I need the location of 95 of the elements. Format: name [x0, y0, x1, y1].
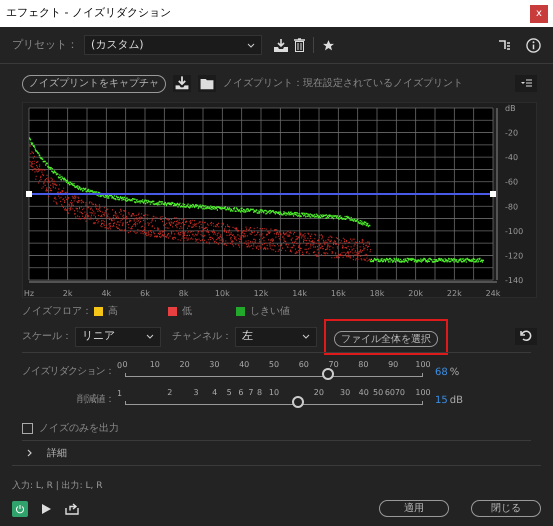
info-icon[interactable] [526, 38, 541, 52]
tick-label: 20 [180, 359, 190, 371]
trash-icon[interactable] [294, 38, 305, 52]
dialog-button[interactable]: 閉じる [471, 500, 541, 517]
tick-label: 40 [358, 387, 369, 399]
slider-label: ノイズリダクション： [22, 365, 114, 379]
axis-label: -40 [505, 153, 518, 162]
menu-icon[interactable] [515, 75, 537, 92]
axis-label: 6k [140, 289, 150, 298]
chevron-icon [302, 334, 310, 339]
slider-unit: % [450, 366, 460, 380]
tick-label: 90 [388, 359, 398, 371]
channel-label: チャンネル： [172, 330, 232, 344]
axis-label: 16k [330, 289, 346, 298]
download-icon[interactable] [173, 75, 191, 92]
axis-unit: dB [505, 104, 516, 113]
capture-noiseprint-button[interactable]: ノイズプリントをキャプチャ [22, 74, 166, 92]
axis-label: -100 [505, 226, 524, 236]
tick-label: 2 [167, 387, 172, 399]
tick-label: 70 [328, 359, 339, 371]
checkbox[interactable] [22, 422, 33, 434]
tick-label: 80 [358, 359, 368, 371]
noiseprint-label: ノイズプリント：現在設定されているノイズプリント [223, 76, 463, 91]
axis-label: 2k [62, 289, 73, 298]
tick-label: 0 [122, 359, 128, 371]
select-whole-file-button[interactable]: ファイル全体を選択 [334, 330, 438, 346]
tick-label: 60 [298, 359, 309, 371]
slider-thumb[interactable] [322, 368, 334, 380]
tick-label: 10 [150, 359, 160, 371]
details-label[interactable]: 詳細 [47, 446, 67, 460]
tick-label: 6 [238, 387, 244, 399]
threshold-line[interactable] [26, 191, 496, 197]
axis-label: 24k [486, 289, 500, 298]
axis-label: -140 [505, 276, 524, 285]
tick-label: 5 [226, 387, 232, 399]
tick-label: 10 [268, 387, 280, 399]
axis-label: Hz [24, 289, 34, 298]
tick-label: 50 [268, 359, 280, 371]
star-icon[interactable] [322, 38, 335, 52]
chevron-icon [146, 334, 154, 339]
slider-thumb[interactable] [292, 396, 304, 408]
tick-label: 30 [209, 359, 220, 371]
legend-text: しきい値 [250, 304, 290, 318]
download-icon[interactable] [274, 38, 288, 52]
axis-label: 22k [446, 289, 462, 298]
axis-label: -80 [505, 202, 518, 212]
close-button[interactable]: x [530, 4, 548, 22]
axis-label: 8k [178, 289, 189, 298]
tick-label: 20 [314, 387, 324, 399]
axis-label: 4k [101, 289, 112, 298]
checkbox-label: ノイズのみを出力 [39, 422, 119, 436]
slider-min-label: 1 [116, 388, 124, 400]
axis-label: -60 [505, 178, 518, 187]
axis-label: 14k [292, 289, 308, 298]
tick-label: 4 [212, 387, 218, 399]
export-icon[interactable] [65, 502, 79, 514]
dialog-button[interactable]: 適用 [379, 500, 449, 517]
tick-label: 50 [373, 387, 384, 399]
scale-dropdown[interactable]: リニア [75, 326, 161, 346]
io-label: 入力: L, R | 出力: L, R [12, 480, 104, 493]
axis-label: -20 [505, 128, 518, 138]
scale-label: スケール： [22, 330, 72, 344]
slider-value: 15 [435, 394, 448, 408]
slider-value: 68 [435, 366, 448, 380]
slider-label: 削減値： [76, 392, 114, 407]
tick-label: 7 [248, 387, 254, 399]
power-icon [15, 504, 25, 514]
routing-icon[interactable] [499, 40, 512, 50]
tick-label: 8 [257, 387, 262, 399]
play-icon[interactable] [42, 504, 51, 514]
preset-label: プリセット： [12, 36, 78, 53]
tick-label: 30 [340, 387, 350, 399]
tick-label: 100 [415, 359, 431, 371]
preset-dropdown[interactable]: (カスタム) [84, 35, 262, 55]
tick-label: 70 [394, 387, 405, 399]
slider-unit: dB [450, 394, 463, 408]
chevron-icon[interactable] [26, 449, 33, 457]
channel-dropdown[interactable]: 左 [235, 326, 317, 346]
window-title: エフェクト - ノイズリダクション [6, 5, 171, 22]
tick-label: 3 [194, 387, 199, 399]
chevron-icon [247, 42, 255, 48]
axis-label: 10k [214, 289, 230, 298]
axis-label: 18k [370, 289, 384, 298]
legend-text: 高 [108, 304, 118, 318]
tick-label: 100 [415, 387, 431, 399]
folder-icon[interactable] [198, 75, 216, 92]
axis-label: 12k [254, 289, 268, 298]
axis-label: 20k [408, 289, 424, 298]
legend-label: ノイズフロア： [22, 304, 92, 318]
axis-label: -120 [505, 251, 524, 260]
power-button[interactable] [12, 500, 28, 516]
tick-label: 40 [239, 359, 250, 371]
tick-label: 60 [384, 387, 396, 399]
legend-text: 低 [182, 304, 192, 318]
reset-icon[interactable] [515, 328, 537, 345]
